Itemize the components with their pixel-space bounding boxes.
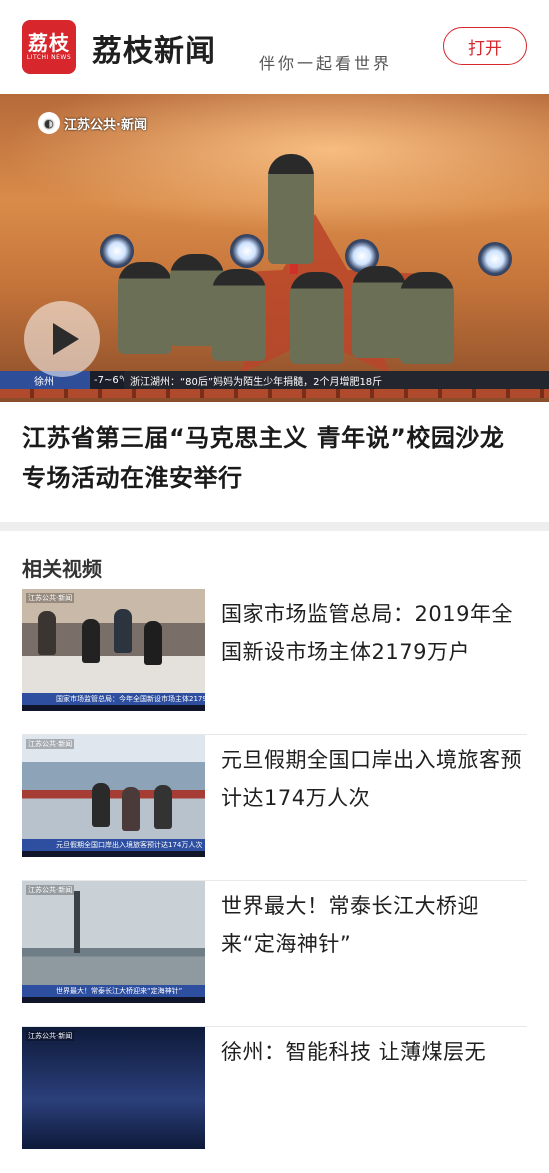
channel-logo-icon: ◐ [38,112,60,134]
thumbnail-subbar [22,997,205,1003]
video-thumbnail[interactable]: 江苏公共·新闻 元旦假期全国口岸出入境旅客预计达174万人次 [22,735,205,857]
person-figure [92,783,110,827]
person-figure [38,611,56,655]
channel-logo: ◐ 江苏公共·新闻 [38,112,147,134]
related-videos-heading: 相关视频 [22,557,102,581]
thumbnail-subbar [22,851,205,857]
video-title[interactable]: 徐州：智能科技 让薄煤层无 [221,1033,531,1071]
thumbnail-caption: 世界最大！常泰长江大桥迎来“定海神针” [22,985,205,997]
spotlight-icon [230,234,264,268]
litchi-logo[interactable]: 荔枝 LITCHI NEWS [22,20,76,74]
thumbnail-caption: 元旦假期全国口岸出入境旅客预计达174万人次 [22,839,205,851]
ticker-temperature: -7~6℃ [94,374,130,386]
open-app-button[interactable]: 打开 [443,27,527,65]
person-figure [122,787,140,831]
list-item[interactable]: 江苏公共·新闻 世界最大！常泰长江大桥迎来“定海神针” 世界最大！常泰长江大桥迎… [0,881,549,1027]
list-item[interactable]: 江苏公共·新闻 国家市场监管总局：今年全国新设市场主体2179万户 国家市场监管… [0,589,549,735]
performer [400,272,454,364]
video-title[interactable]: 元旦假期全国口岸出入境旅客预计达174万人次 [221,741,531,817]
spotlight-icon [478,242,512,276]
related-videos-list: 江苏公共·新闻 国家市场监管总局：今年全国新设市场主体2179万户 国家市场监管… [0,589,549,1173]
person-figure [144,621,162,665]
logo-subtext: LITCHI NEWS [26,54,72,61]
person-figure [82,619,100,663]
performer [118,262,172,354]
performer [212,269,266,361]
list-item[interactable]: 江苏公共·新闻 元旦假期全国口岸出入境旅客预计达174万人次 元旦假期全国口岸出… [0,735,549,881]
news-ticker: 徐州 -7~6℃ 浙江湖州：“80后”妈妈为陌生少年捐髓，2个月增肥18斤 [0,371,549,389]
video-thumbnail[interactable]: 江苏公共·新闻 国家市场监管总局：今年全国新设市场主体2179万户 [22,589,205,711]
thumbnail-logo: 江苏公共·新闻 [26,739,75,749]
person-figure [114,609,132,653]
thumbnail-logo: 江苏公共·新闻 [26,1031,75,1041]
performer [268,154,314,264]
section-divider [0,522,549,531]
app-name: 荔枝新闻 [92,34,216,69]
play-icon [53,323,79,355]
channel-logo-text: 江苏公共·新闻 [64,117,147,133]
ticker-headline: 浙江湖州：“80后”妈妈为陌生少年捐髓，2个月增肥18斤 [124,371,549,389]
hero-video[interactable]: ◐ 江苏公共·新闻 徐州 -7~6℃ 浙江湖州：“80后”妈妈为陌生少年捐髓，2… [0,94,549,402]
thumbnail-caption: 国家市场监管总局：今年全国新设市场主体2179万户 [22,693,205,705]
article-title: 江苏省第三届“马克思主义 青年说”校园沙龙专场活动在淮安举行 [22,424,505,492]
bridge-tower [74,891,80,953]
app-header: 荔枝 LITCHI NEWS 荔枝新闻 伴你一起看世界 打开 [0,0,549,94]
thumbnail-logo: 江苏公共·新闻 [26,885,75,895]
spotlight-icon [100,234,134,268]
video-thumbnail[interactable]: 江苏公共·新闻 [22,1027,205,1149]
app-slogan: 伴你一起看世界 [259,54,393,73]
person-figure [154,785,172,829]
thumbnail-subbar [22,705,205,711]
performer [290,272,344,364]
thumbnail-logo: 江苏公共·新闻 [26,593,75,603]
video-thumbnail[interactable]: 江苏公共·新闻 世界最大！常泰长江大桥迎来“定海神针” [22,881,205,1003]
performer [352,266,406,358]
play-button[interactable] [24,301,100,377]
list-item[interactable]: 江苏公共·新闻 徐州：智能科技 让薄煤层无 [0,1027,549,1173]
logo-text: 荔枝 [28,31,70,55]
video-title[interactable]: 国家市场监管总局：2019年全国新设市场主体2179万户 [221,595,531,671]
video-title[interactable]: 世界最大！常泰长江大桥迎来“定海神针” [221,887,531,963]
